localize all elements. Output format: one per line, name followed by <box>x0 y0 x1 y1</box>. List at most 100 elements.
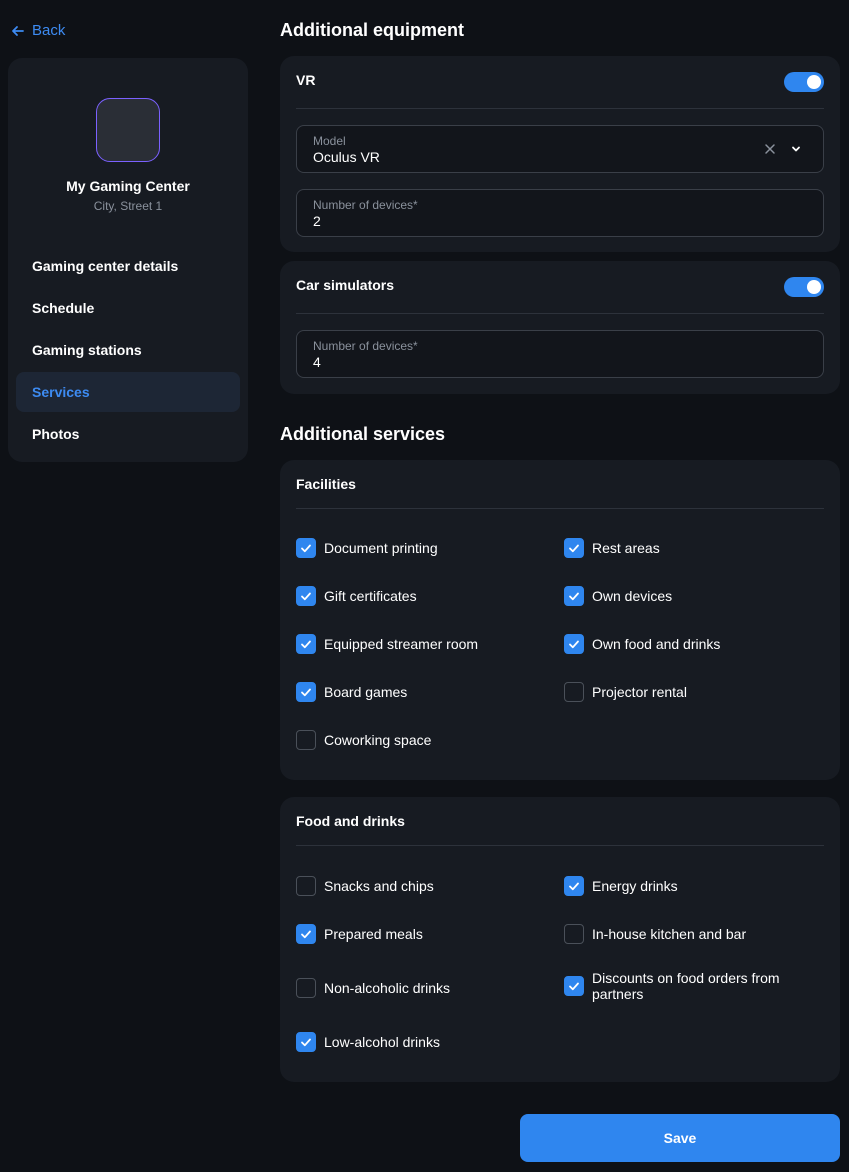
checkbox-projector-rental[interactable]: Projector rental <box>564 682 814 702</box>
checkbox-box[interactable] <box>296 1032 316 1052</box>
checkmark-icon <box>569 982 579 991</box>
sidebar-item-photos[interactable]: Photos <box>16 414 240 454</box>
checkbox-label: Snacks and chips <box>324 878 434 894</box>
food-and-drinks-title: Food and drinks <box>296 813 405 829</box>
checkbox-non-alcoholic-drinks[interactable]: Non-alcoholic drinks <box>296 978 546 998</box>
checkbox-box[interactable] <box>564 682 584 702</box>
checkbox-snacks-and-chips[interactable]: Snacks and chips <box>296 876 546 896</box>
checkmark-icon <box>301 688 311 697</box>
car-simulators-card: Car simulators Number of devices* <box>280 261 840 394</box>
checkbox-box[interactable] <box>564 876 584 896</box>
vr-toggle[interactable] <box>784 72 824 92</box>
food-and-drinks-card: Food and drinks Snacks and chips Energy … <box>280 797 840 1082</box>
chevron-down-icon[interactable] <box>789 142 803 156</box>
divider <box>296 845 824 846</box>
checkbox-equipped-streamer-room[interactable]: Equipped streamer room <box>296 634 546 654</box>
checkmark-icon <box>569 640 579 649</box>
checkbox-rest-areas[interactable]: Rest areas <box>564 538 814 558</box>
divider <box>296 508 824 509</box>
checkbox-prepared-meals[interactable]: Prepared meals <box>296 924 546 944</box>
checkbox-box[interactable] <box>296 876 316 896</box>
close-icon[interactable] <box>763 142 777 156</box>
checkbox-label: Own devices <box>592 588 673 604</box>
facilities-card: Facilities Document printing Rest areas … <box>280 460 840 780</box>
facilities-title: Facilities <box>296 476 356 492</box>
arrow-left-icon <box>12 25 24 36</box>
checkmark-icon <box>569 592 579 601</box>
car-simulators-title: Car simulators <box>296 277 395 293</box>
checkbox-label: Energy drinks <box>592 878 678 894</box>
checkbox-document-printing[interactable]: Document printing <box>296 538 546 558</box>
checkbox-board-games[interactable]: Board games <box>296 682 546 702</box>
checkbox-box[interactable] <box>564 538 584 558</box>
sidebar-item-schedule[interactable]: Schedule <box>16 288 240 328</box>
checkbox-own-food-and-drinks[interactable]: Own food and drinks <box>564 634 814 654</box>
checkmark-icon <box>301 930 311 939</box>
checkbox-label: Own food and drinks <box>592 636 721 652</box>
checkbox-label: Non-alcoholic drinks <box>324 980 451 996</box>
sidebar-item-gaming-stations[interactable]: Gaming stations <box>16 330 240 370</box>
back-link[interactable]: Back <box>10 22 65 39</box>
checkbox-box[interactable] <box>296 978 316 998</box>
checkbox-box[interactable] <box>564 924 584 944</box>
checkbox-box[interactable] <box>564 976 584 996</box>
car-devices-field[interactable]: Number of devices* <box>296 330 824 378</box>
checkmark-icon <box>569 544 579 553</box>
vr-devices-field[interactable]: Number of devices* <box>296 189 824 237</box>
checkmark-icon <box>301 1038 311 1047</box>
model-value: Oculus VR <box>313 149 380 165</box>
checkbox-discounts-on-food-orders[interactable]: Discounts on food orders from partners <box>564 970 814 1002</box>
services-title: Additional services <box>280 424 446 444</box>
vr-devices-label: Number of devices* <box>313 198 418 212</box>
checkbox-box[interactable] <box>296 538 316 558</box>
car-simulators-toggle[interactable] <box>784 277 824 297</box>
sidebar-nav: Gaming center details Schedule Gaming st… <box>16 246 240 454</box>
checkbox-energy-drinks[interactable]: Energy drinks <box>564 876 814 896</box>
vr-devices-input[interactable] <box>313 213 693 229</box>
checkbox-label: Projector rental <box>592 684 687 700</box>
vr-card: VR Model Oculus VR Number of devices* <box>280 56 840 252</box>
checkbox-in-house-kitchen-and-bar[interactable]: In-house kitchen and bar <box>564 924 814 944</box>
center-name: My Gaming Center <box>66 178 190 194</box>
checkbox-own-devices[interactable]: Own devices <box>564 586 814 606</box>
checkbox-label: Rest areas <box>592 540 660 556</box>
checkmark-icon <box>569 882 579 891</box>
checkbox-coworking-space[interactable]: Coworking space <box>296 730 546 750</box>
divider <box>296 108 824 109</box>
save-button[interactable]: Save <box>520 1114 840 1162</box>
sidebar-item-services[interactable]: Services <box>16 372 240 412</box>
checkmark-icon <box>301 544 311 553</box>
checkbox-label: Discounts on food orders from partners <box>592 970 780 1002</box>
checkbox-box[interactable] <box>296 924 316 944</box>
checkbox-gift-certificates[interactable]: Gift certificates <box>296 586 546 606</box>
checkbox-box[interactable] <box>564 634 584 654</box>
checkbox-low-alcohol-drinks[interactable]: Low-alcohol drinks <box>296 1032 546 1052</box>
avatar[interactable] <box>96 98 160 162</box>
checkbox-label: Low-alcohol drinks <box>324 1034 440 1050</box>
checkbox-label: Prepared meals <box>324 926 423 942</box>
checkbox-label: Equipped streamer room <box>324 636 479 652</box>
divider <box>296 313 824 314</box>
checkbox-label: Coworking space <box>324 732 432 748</box>
center-address: City, Street 1 <box>93 199 163 213</box>
car-devices-label: Number of devices* <box>313 339 418 353</box>
checkmark-icon <box>301 640 311 649</box>
checkbox-box[interactable] <box>296 634 316 654</box>
checkbox-box[interactable] <box>296 586 316 606</box>
back-label: Back <box>32 22 66 39</box>
checkmark-icon <box>301 592 311 601</box>
equipment-title: Additional equipment <box>280 20 464 40</box>
checkbox-box[interactable] <box>296 682 316 702</box>
checkbox-label: Gift certificates <box>324 588 417 604</box>
model-select[interactable]: Model Oculus VR <box>296 125 824 173</box>
checkbox-label: In-house kitchen and bar <box>592 926 747 942</box>
car-devices-input[interactable] <box>313 354 693 370</box>
checkbox-label: Board games <box>324 684 408 700</box>
checkbox-box[interactable] <box>296 730 316 750</box>
checkbox-label: Document printing <box>324 540 438 556</box>
vr-title: VR <box>296 72 316 88</box>
checkbox-box[interactable] <box>564 586 584 606</box>
model-label: Model <box>313 134 346 148</box>
sidebar: My Gaming Center City, Street 1 Gaming c… <box>8 58 248 462</box>
sidebar-item-gaming-center-details[interactable]: Gaming center details <box>16 246 240 286</box>
